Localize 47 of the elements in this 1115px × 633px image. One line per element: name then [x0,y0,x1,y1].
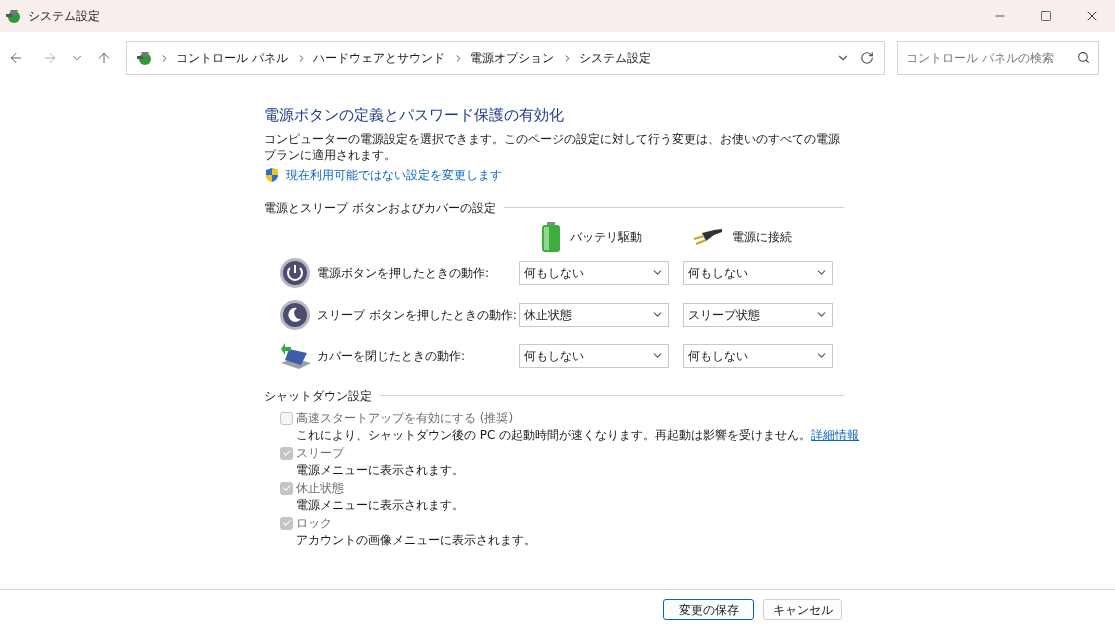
option-label: ロック [296,514,332,532]
power-options-icon [135,49,153,67]
option-label: 休止状態 [296,479,344,497]
maximize-icon [1040,10,1052,22]
breadcrumb-item[interactable]: ハードウェアとサウンド [312,49,445,67]
action-dropdown[interactable]: 何もしない [519,343,669,368]
window-title: システム設定 [28,8,100,25]
action-label: カバーを閉じたときの動作: [317,347,467,365]
breadcrumb-item[interactable]: 電源オプション [469,49,554,67]
column-header: 電源に接続 [732,228,792,246]
refresh-icon[interactable] [860,51,874,65]
action-dropdown[interactable]: 何もしない [519,260,669,285]
check-icon [281,483,292,493]
check-icon [281,518,292,528]
breadcrumb-item[interactable]: コントロール パネル [176,49,288,67]
cancel-button[interactable]: キャンセル [763,599,842,620]
section-heading: シャットダウン設定 [264,387,372,405]
action-dropdown[interactable]: スリープ状態 [683,302,833,327]
option-label: スリープ [296,444,344,462]
shield-icon [264,166,280,183]
action-label: スリープ ボタンを押したときの動作: [317,306,518,324]
breadcrumb-item[interactable]: システム設定 [578,49,651,67]
option-description: 電源メニューに表示されます。 [296,461,464,479]
action-label: 電源ボタンを押したときの動作: [317,264,491,282]
check-icon [281,448,292,458]
battery-icon [540,220,562,253]
option-description: 電源メニューに表示されます。 [296,496,464,514]
sleep-button-icon [279,298,311,331]
power-plug-icon [692,226,724,247]
forward-arrow-icon [42,50,58,66]
page-title: 電源ボタンの定義とパスワード保護の有効化 [264,105,565,126]
search-field[interactable]: コントロール パネルの検索 [897,41,1099,75]
action-dropdown[interactable]: 休止状態 [519,302,669,327]
action-dropdown[interactable]: 何もしない [683,343,833,368]
address-bar[interactable]: コントロール パネル ハードウェアとサウンド 電源オプション システム設定 [126,41,885,75]
column-header: バッテリ駆動 [570,228,642,246]
option-description: アカウントの画像メニューに表示されます。 [296,531,536,549]
power-button-icon [279,256,311,289]
action-dropdown[interactable]: 何もしない [683,260,833,285]
section-heading: 電源とスリープ ボタンおよびカバーの設定 [264,199,496,217]
option-label: 高速スタートアップを有効にする (推奨) [296,409,514,427]
search-icon [1077,51,1090,64]
change-settings-link[interactable]: 現在利用可能ではない設定を変更します [286,165,502,184]
option-description: これにより、シャットダウン後の PC の起動時間が速くなります。再起動は影響を受けません。 [296,426,812,444]
power-options-icon [4,7,22,25]
page-description: コンピューターの電源設定を選択できます。このページの設定に対して行う変更は、お使いのすべての電源プランに適用されます。 [264,130,841,163]
save-button[interactable]: 変更の保存 [663,599,754,620]
